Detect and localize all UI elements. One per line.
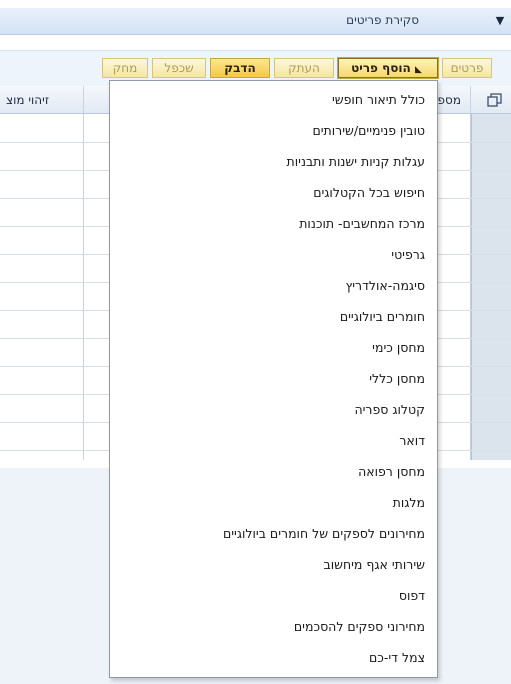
menu-item-computer-center-software[interactable]: מרכז המחשבים- תוכנות: [110, 211, 437, 237]
add-item-button[interactable]: הוסף פריט ◣: [337, 57, 439, 79]
copy-button[interactable]: העתק: [274, 58, 334, 78]
menu-item-internal-goods[interactable]: טובין פנימיים/שירותים: [110, 118, 437, 144]
details-button[interactable]: פרטים: [442, 58, 492, 78]
menu-item-computing-services[interactable]: שירותי אגף מיחשוב: [110, 552, 437, 578]
menu-item-sigma-aldrich[interactable]: סיגמה-אולדריץ: [110, 273, 437, 299]
menu-item-medical-warehouse[interactable]: מחסן רפואה: [110, 459, 437, 485]
row-selector-column[interactable]: [471, 114, 511, 460]
menu-item-general-warehouse[interactable]: מחסן כללי: [110, 366, 437, 392]
add-item-dropdown-menu: כולל תיאור חופשי טובין פנימיים/שירותים ע…: [109, 80, 438, 678]
menu-item-biological-materials[interactable]: חומרים ביולוגיים: [110, 304, 437, 330]
delete-button-label: מחק: [112, 61, 138, 75]
column-header-product-id[interactable]: זיהוי מוצ: [6, 93, 49, 107]
menu-item-mail[interactable]: דואר: [110, 428, 437, 454]
duplicate-button-label: שכפל: [164, 61, 194, 75]
menu-item-free-text[interactable]: כולל תיאור חופשי: [110, 87, 437, 113]
menu-item-printing[interactable]: דפוס: [110, 583, 437, 609]
item-overview-page: סקירת פריטים ▼ פרטים הוסף פריט ◣ העתק הד…: [0, 0, 511, 684]
details-button-label: פרטים: [450, 61, 484, 75]
menu-item-chemical-warehouse[interactable]: מחסן כימי: [110, 335, 437, 361]
menu-item-tzamal-dicom[interactable]: צמל די-כם: [110, 645, 437, 671]
menu-item-bio-suppliers-price-lists[interactable]: מחירונים לספקים של חומרים ביולוגיים: [110, 521, 437, 547]
menu-item-search-all-catalogs[interactable]: חיפוש בכל הקטלוגים: [110, 180, 437, 206]
duplicate-button[interactable]: שכפל: [152, 58, 206, 78]
section-title: סקירת פריטים: [346, 13, 419, 27]
dropdown-arrow-icon: ◣: [414, 65, 422, 75]
paste-button-label: הדבק: [224, 61, 256, 75]
menu-item-old-carts-templates[interactable]: עגלות קניות ישנות ותבניות: [110, 149, 437, 175]
add-item-button-label: הוסף פריט: [351, 61, 411, 75]
menu-item-scholarships[interactable]: מלגות: [110, 490, 437, 516]
collapse-triangle-icon[interactable]: ▼: [493, 14, 507, 28]
menu-item-library-catalog[interactable]: קטלוג ספריה: [110, 397, 437, 423]
table-settings-icon[interactable]: [487, 92, 503, 108]
section-header[interactable]: סקירת פריטים ▼: [0, 8, 511, 35]
delete-button[interactable]: מחק: [102, 58, 148, 78]
menu-item-graffiti[interactable]: גרפיטי: [110, 242, 437, 268]
paste-button[interactable]: הדבק: [210, 58, 270, 78]
menu-item-agreement-price-lists[interactable]: מחירוני ספקים להסכמים: [110, 614, 437, 640]
copy-button-label: העתק: [288, 61, 320, 75]
